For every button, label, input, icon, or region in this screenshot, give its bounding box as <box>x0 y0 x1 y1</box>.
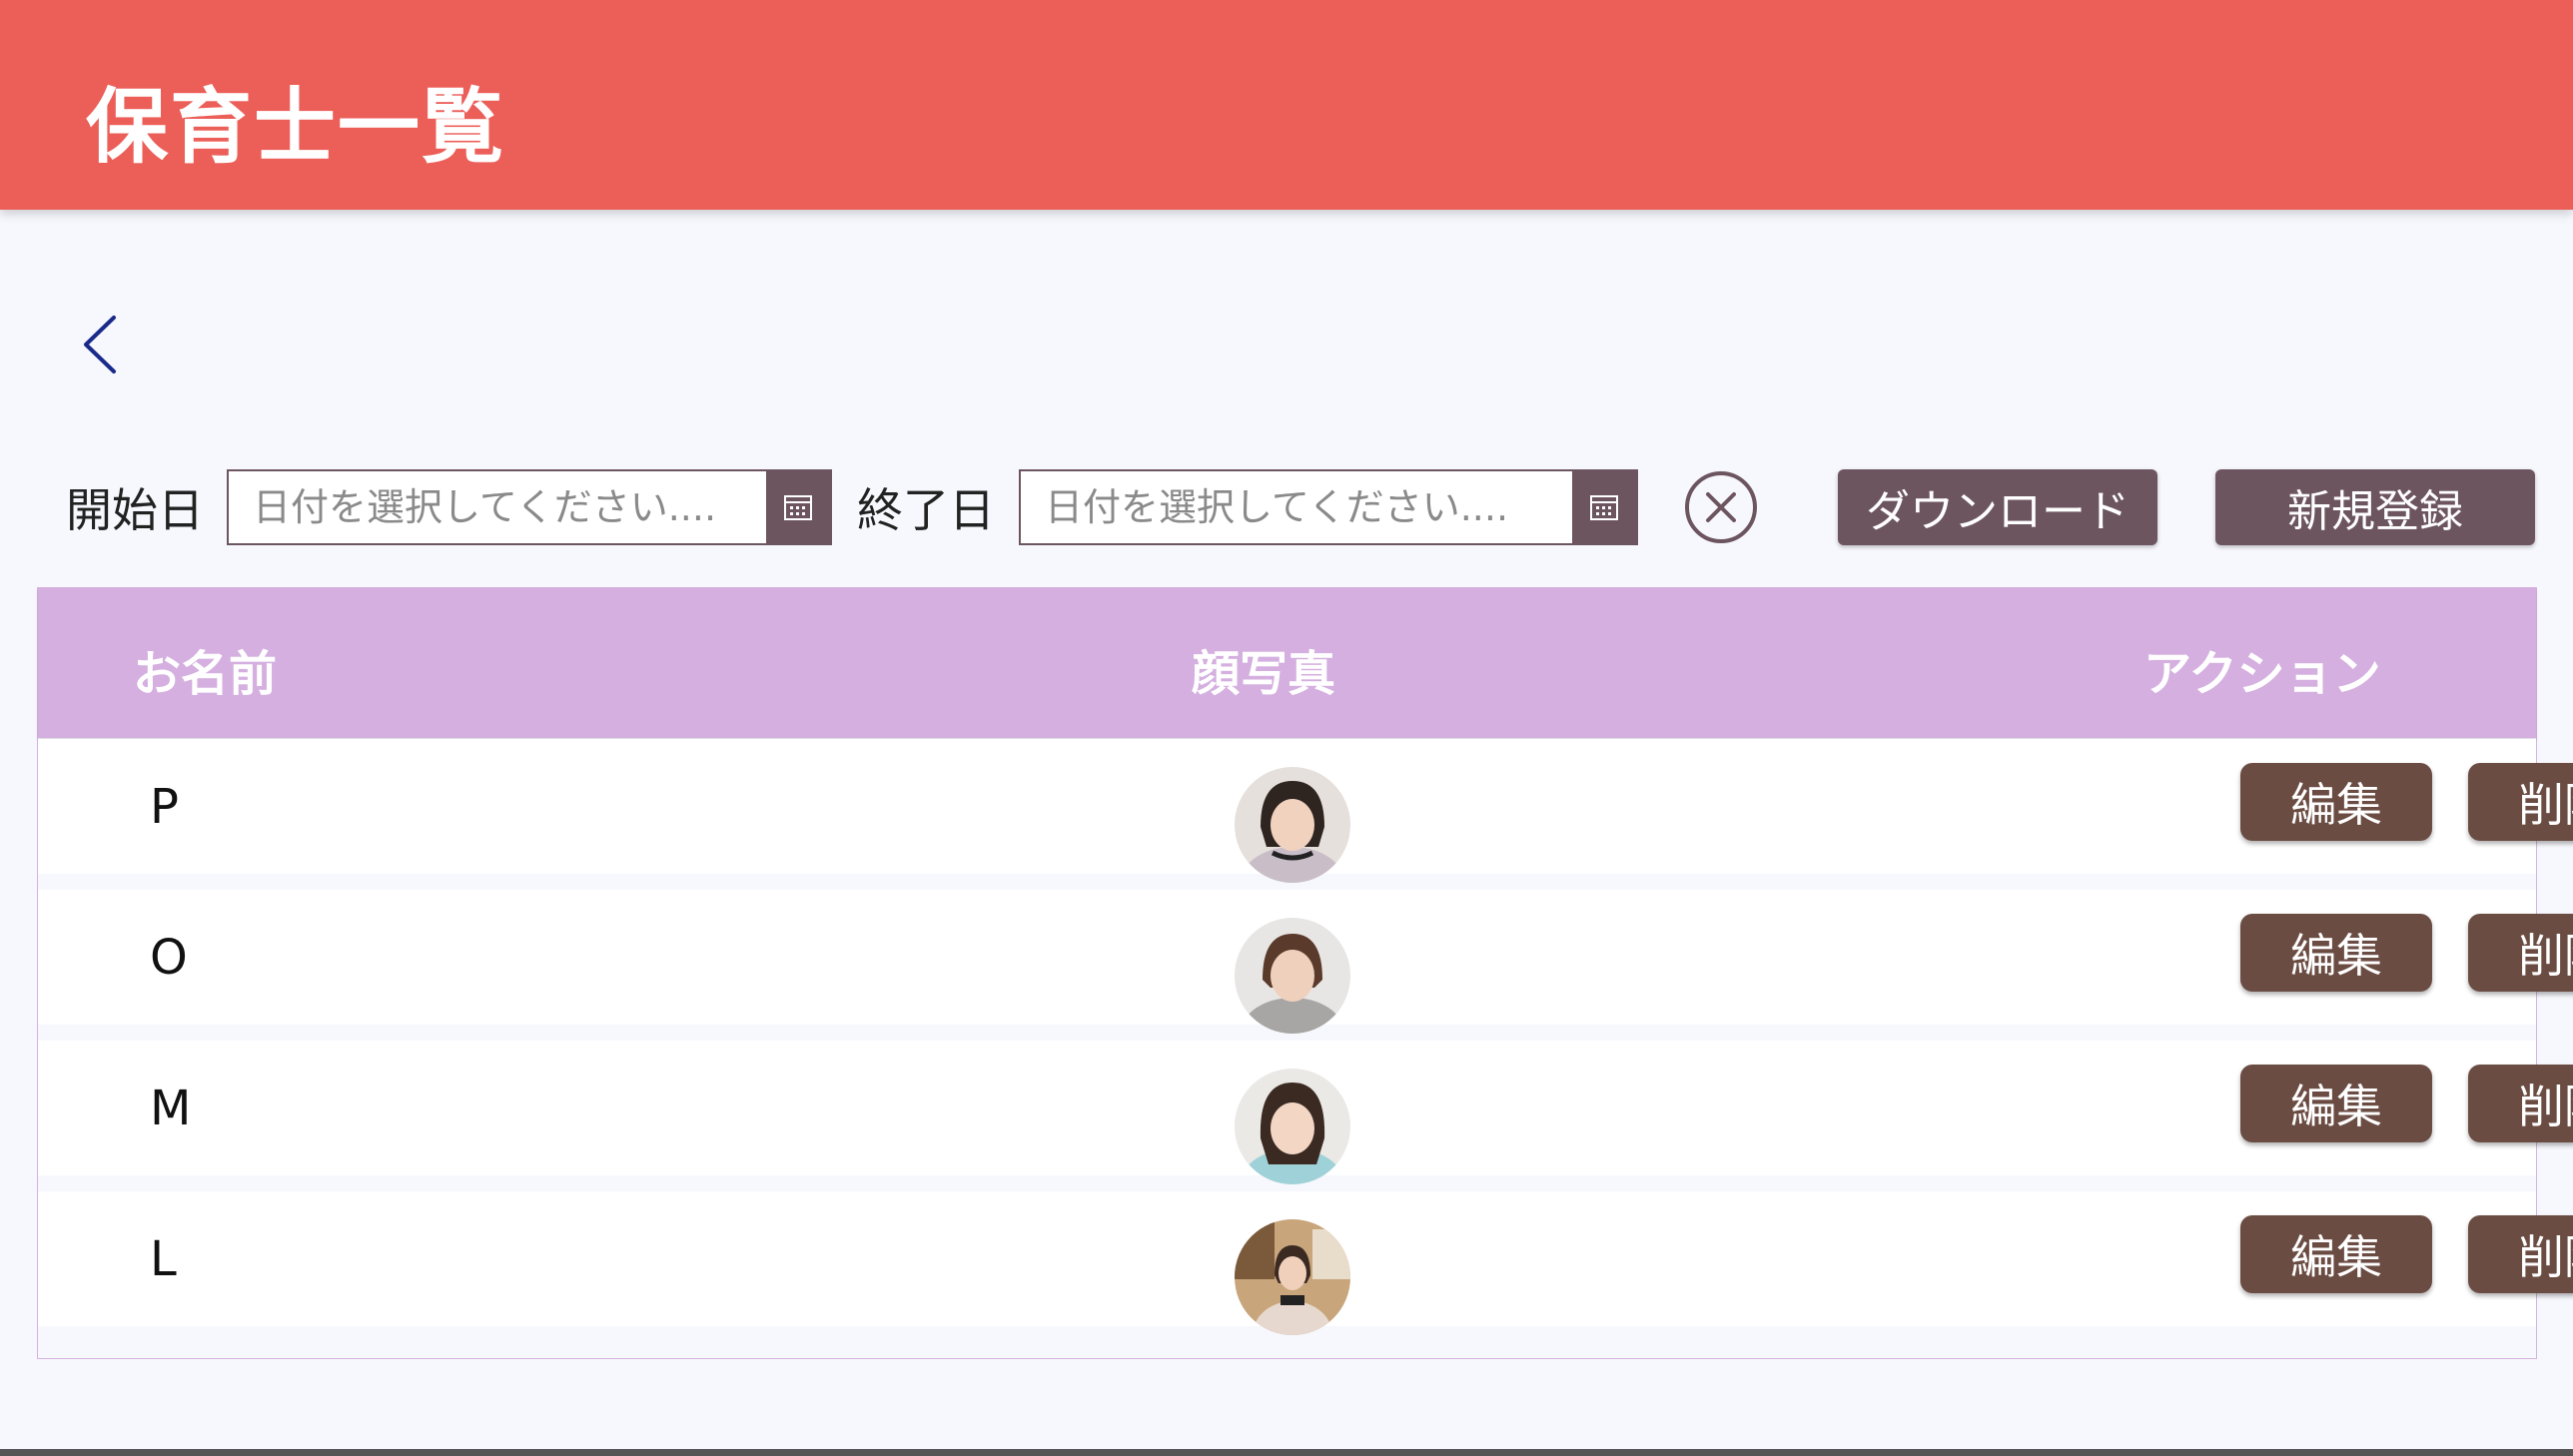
staff-table: お名前 顔写真 アクション P 編集 削除 O <box>37 587 2573 1359</box>
page-title: 保育士一覧 <box>86 80 506 175</box>
column-header-name: お名前 <box>133 646 278 702</box>
back-button[interactable] <box>70 310 130 379</box>
staff-name: L <box>150 1231 177 1287</box>
app-bar: 保育士一覧 <box>0 0 2573 210</box>
edit-button[interactable]: 編集 <box>2240 914 2432 992</box>
new-registration-button[interactable]: 新規登録 <box>2215 469 2535 545</box>
end-date-calendar-button[interactable] <box>1572 471 1636 543</box>
end-date-field <box>1019 469 1638 545</box>
start-date-field <box>227 469 832 545</box>
delete-button[interactable]: 削除 <box>2468 1215 2573 1293</box>
column-header-action: アクション <box>2144 646 2381 702</box>
end-date-input[interactable] <box>1021 471 1572 543</box>
start-date-label: 開始日 <box>66 483 204 537</box>
avatar <box>1235 1069 1350 1184</box>
start-date-calendar-button[interactable] <box>766 471 830 543</box>
avatar <box>1235 1219 1350 1335</box>
table-row: L 編集 削除 <box>38 1191 2573 1335</box>
staff-name: O <box>150 930 188 986</box>
edit-button[interactable]: 編集 <box>2240 1065 2432 1142</box>
staff-name: P <box>150 779 179 835</box>
avatar <box>1235 918 1350 1034</box>
table-row: O 編集 削除 <box>38 890 2573 1034</box>
calendar-icon <box>1590 495 1618 520</box>
download-button[interactable]: ダウンロード <box>1838 469 2157 545</box>
clear-dates-button[interactable] <box>1683 469 1759 545</box>
table-row: M 編集 削除 <box>38 1041 2573 1184</box>
delete-button[interactable]: 削除 <box>2468 763 2573 841</box>
column-header-photo: 顔写真 <box>1192 646 1336 702</box>
table-header: お名前 顔写真 アクション <box>38 588 2536 738</box>
close-circle-icon <box>1685 471 1757 543</box>
staff-name: M <box>150 1081 192 1136</box>
bottom-border <box>0 1449 2573 1456</box>
avatar <box>1235 767 1350 883</box>
table-row: P 編集 削除 <box>38 739 2573 883</box>
edit-button[interactable]: 編集 <box>2240 1215 2432 1293</box>
start-date-input[interactable] <box>229 471 766 543</box>
delete-button[interactable]: 削除 <box>2468 914 2573 992</box>
chevron-left-icon <box>84 316 116 373</box>
end-date-label: 終了日 <box>857 483 995 537</box>
delete-button[interactable]: 削除 <box>2468 1065 2573 1142</box>
calendar-icon <box>784 495 812 520</box>
edit-button[interactable]: 編集 <box>2240 763 2432 841</box>
